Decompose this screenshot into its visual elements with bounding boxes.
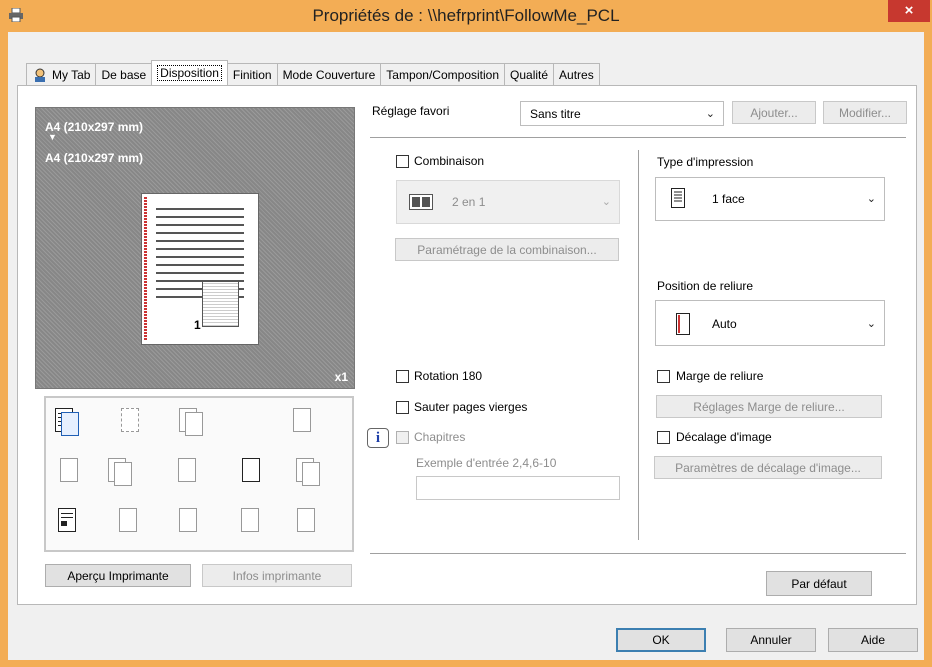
parametrage-combinaison-button: Paramétrage de la combinaison... [395,238,619,261]
chevron-down-icon: ⌄ [866,193,876,205]
ok-button[interactable]: OK [616,628,706,652]
binding-edge-marker [144,197,147,341]
reglage-favori-value: Sans titre [530,107,581,121]
close-button[interactable]: × [888,0,930,22]
chapitres-label: Chapitres [414,430,466,444]
page-number: 1 [194,318,201,332]
column-divider [638,150,639,540]
tab-label: Autres [559,67,594,82]
marge-reliure-label: Marge de reliure [676,369,764,383]
single-doc-icon[interactable] [58,508,84,538]
type-impression-label: Type d'impression [657,155,754,169]
apercu-imprimante-button[interactable]: Aperçu Imprimante [45,564,191,587]
tab-label: Disposition [157,65,222,81]
poster-icon[interactable] [121,408,147,438]
combinaison-value: 2 en 1 [452,195,486,209]
type-impression-value: 1 face [712,192,745,206]
tab-mode-couverture[interactable]: Mode Couverture [276,63,382,85]
rotation-180-label: Rotation 180 [414,369,483,383]
position-reliure-select[interactable]: Auto ⌄ [655,300,885,346]
combinaison-select: 2 en 1 ⌄ [396,180,620,224]
user-auth-icon[interactable] [119,508,145,538]
banner-icon[interactable] [297,508,323,538]
tab-disposition[interactable]: Disposition [151,60,228,85]
text-overlay-icon[interactable] [178,458,204,488]
output-paper-size: A4 (210x297 mm) [45,151,144,165]
tab-my-tab[interactable]: My Tab [26,63,97,85]
preview-page: 1 [141,193,259,345]
schedule-print-icon[interactable] [241,508,267,538]
sauter-pages-checkbox[interactable] [396,401,409,414]
aide-button[interactable]: Aide [828,628,918,652]
copies-count: x1 [334,370,348,384]
par-defaut-button[interactable]: Par défaut [766,571,872,596]
chevron-down-icon: ⌄ [601,196,611,208]
ajouter-button: Ajouter... [732,101,816,124]
tab-label: Tampon/Composition [386,67,500,82]
decalage-image-label: Décalage d'image [676,430,772,444]
reglages-marge-button: Réglages Marge de reliure... [656,395,882,418]
user-icon [35,68,45,82]
tab-label: Mode Couverture [282,67,376,82]
position-reliure-label: Position de reliure [657,279,754,293]
reglage-favori-select[interactable]: Sans titre ⌄ [520,101,724,126]
down-arrow-icon: ▼ [48,132,57,142]
divider [370,553,906,554]
chevron-down-icon: ⌄ [866,318,876,330]
tab-autres[interactable]: Autres [553,63,600,85]
reglage-favori-label: Réglage favori [372,104,450,118]
rotation-180-checkbox[interactable] [396,370,409,383]
title-bar[interactable]: Propriétés de : \\hefrprint\FollowMe_PCL… [0,0,932,32]
two-in-one-icon [409,194,433,210]
tab-strip: My Tab De base Disposition Finition Mode… [26,60,600,85]
chevron-down-icon: ⌄ [705,108,715,120]
type-impression-select[interactable]: 1 face ⌄ [655,177,885,221]
one-sided-icon [671,188,685,208]
account-track-icon[interactable] [179,508,205,538]
tab-label: Qualité [510,67,549,82]
properties-window: Propriétés de : \\hefrprint\FollowMe_PCL… [0,0,932,667]
tab-de-base[interactable]: De base [95,63,153,85]
chapitres-checkbox [396,431,409,444]
page-thumbnail [202,281,239,327]
tab-finition[interactable]: Finition [226,63,278,85]
chapitres-example-label: Exemple d'entrée 2,4,6-10 [416,456,557,470]
rotate-icon[interactable] [293,408,319,438]
info-icon[interactable]: i [367,428,389,448]
combinaison-checkbox[interactable] [396,155,409,168]
tab-label: My Tab [52,67,91,82]
watermark-icon[interactable] [242,458,268,488]
copies-stack-icon[interactable] [60,458,86,488]
decalage-image-checkbox[interactable] [657,431,670,444]
booklet-icon[interactable] [179,408,205,438]
divider [370,137,906,138]
combinaison-label: Combinaison [414,154,485,168]
binding-position-icon [676,313,690,335]
tab-qualite[interactable]: Qualité [504,63,555,85]
modifier-button: Modifier... [823,101,907,124]
tab-tampon-composition[interactable]: Tampon/Composition [380,63,506,85]
multi-page-icon[interactable] [108,458,134,488]
tab-label: Finition [232,67,272,82]
tab-label: De base [101,67,147,82]
sauter-pages-label: Sauter pages vierges [414,400,528,414]
infos-imprimante-button: Infos imprimante [202,564,352,587]
secure-print-icon[interactable] [296,458,322,488]
layout-function-icon[interactable] [55,408,81,438]
marge-reliure-checkbox[interactable] [657,370,670,383]
function-icon-panel [44,396,354,552]
source-paper-size: A4 (210x297 mm) [45,120,144,134]
annuler-button[interactable]: Annuler [726,628,816,652]
position-reliure-value: Auto [712,317,737,331]
chapitres-input [416,476,620,500]
print-preview: A4 (210x297 mm) ▼ A4 (210x297 mm) 1 x1 [35,107,355,389]
parametres-decalage-button: Paramètres de décalage d'image... [654,456,882,479]
window-title: Propriétés de : \\hefrprint\FollowMe_PCL [312,6,620,25]
